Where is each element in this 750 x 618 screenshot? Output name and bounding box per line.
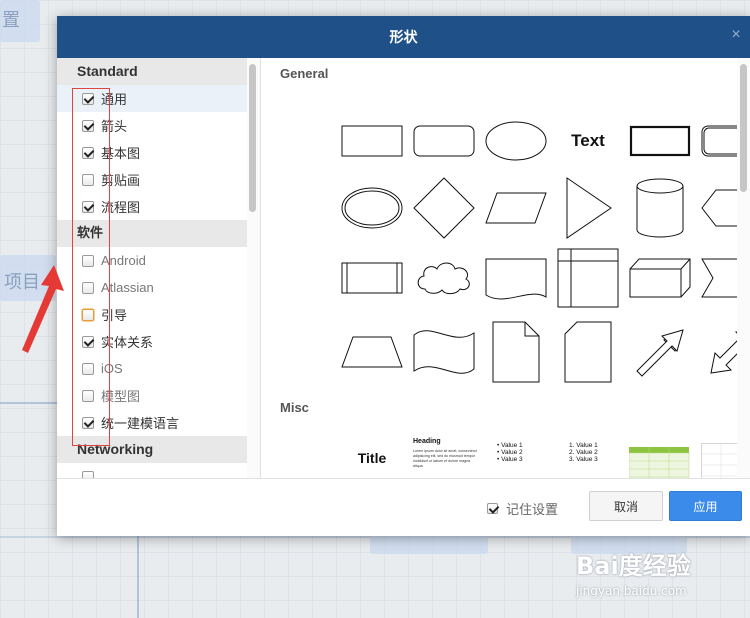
dialog-header: 形状 × (57, 16, 750, 58)
heading-shape-title: Heading (413, 438, 441, 445)
numbered-list-item: 1. Value 1 (569, 442, 598, 449)
double-ellipse-icon[interactable] (341, 177, 403, 239)
ellipse-icon[interactable] (485, 110, 547, 172)
document-icon[interactable] (485, 247, 547, 309)
bg-block-bottom-1 (370, 536, 488, 554)
preview-scrollbar-thumb[interactable] (740, 64, 747, 192)
text-shape-icon[interactable]: Text (557, 110, 619, 172)
double-arrow-icon[interactable] (701, 321, 737, 383)
green-table-shape[interactable] (628, 436, 691, 478)
bullet-text: Value 3 (501, 456, 523, 463)
rectangle-icon[interactable] (341, 110, 403, 172)
apply-button[interactable]: 应用 (669, 491, 742, 521)
step-icon[interactable] (701, 247, 737, 309)
cylinder-icon[interactable] (629, 177, 691, 239)
internal-storage-icon[interactable] (557, 247, 619, 309)
title-shape[interactable]: Title (341, 438, 403, 478)
numbered-list-shape[interactable]: 1. Value 1 2. Value 2 3. Value 3 (569, 442, 631, 478)
numbered-text: Value 1 (576, 442, 598, 449)
shapes-preview: General Text Misc Title Heading Lorem ip… (261, 58, 737, 478)
annotation-arrow-icon (22, 265, 64, 353)
bullet-list-item: • Value 1 (497, 442, 523, 449)
baidu-watermark: Bai度经验 jingyan.baidu.com (572, 540, 742, 610)
note-icon[interactable] (485, 321, 547, 383)
group-title-misc: Misc (280, 400, 309, 415)
bg-connector-1 (0, 402, 57, 404)
group-title-general: General (280, 66, 329, 81)
dialog-footer: 记住设置 取消 应用 (57, 478, 750, 536)
dialog-title: 形状 (389, 30, 418, 46)
category-scrollbar-thumb[interactable] (249, 64, 256, 212)
category-checkbox[interactable] (82, 470, 94, 478)
rounded-rectangle-icon[interactable] (413, 110, 475, 172)
close-icon[interactable]: × (728, 26, 744, 44)
arrow-icon[interactable] (629, 321, 691, 383)
remember-settings-checkbox[interactable] (487, 503, 498, 514)
triangle-icon[interactable] (557, 177, 619, 239)
category-item-partial[interactable] (57, 463, 247, 478)
bullet-text: Value 2 (501, 449, 523, 456)
remember-settings-toggle[interactable]: 记住设置 (487, 499, 558, 518)
bullet-list-shape[interactable]: • Value 1 • Value 2 • Value 3 (497, 442, 559, 478)
diamond-icon[interactable] (413, 177, 475, 239)
section-header-standard: Standard (57, 58, 247, 85)
plain-table-shape[interactable] (701, 434, 737, 478)
cube-icon[interactable] (629, 247, 691, 309)
annotation-highlight-box (72, 88, 110, 446)
bg-connector-2 (137, 536, 139, 618)
bullet-list-item: • Value 2 (497, 449, 523, 456)
numbered-list-item: 3. Value 3 (569, 456, 598, 463)
parallelogram-icon[interactable] (485, 177, 547, 239)
watermark-logo: Bai度经验 (576, 552, 691, 580)
trapezoid-icon[interactable] (341, 321, 403, 383)
heading-shape-body: Lorem ipsum dolor sit amet, consectetur … (413, 449, 477, 468)
title-shape-label: Title (357, 450, 387, 466)
category-label: 统一建模语言 (101, 417, 180, 432)
cloud-icon[interactable] (413, 247, 475, 309)
thick-rectangle-icon[interactable] (629, 110, 691, 172)
bullet-text: Value 1 (501, 442, 523, 449)
shapes-dialog: 形状 × Standard 通用 箭头 基本图 剪贴画 流程图 软件 Andro… (57, 16, 750, 536)
numbered-list-item: 2. Value 2 (569, 449, 598, 456)
hexagon-icon[interactable] (701, 177, 737, 239)
card-icon[interactable] (557, 321, 619, 383)
watermark-url: jingyan.baidu.com (576, 584, 687, 598)
cancel-button[interactable]: 取消 (589, 491, 663, 521)
numbered-text: Value 3 (576, 456, 598, 463)
text-shape-label: Text (571, 131, 605, 150)
remember-settings-label: 记住设置 (506, 503, 559, 518)
heading-shape[interactable]: Heading Lorem ipsum dolor sit amet, cons… (413, 438, 477, 478)
numbered-text: Value 2 (576, 449, 598, 456)
bg-text-top: 置 (2, 10, 20, 31)
bullet-list-item: • Value 3 (497, 456, 523, 463)
double-rounded-rectangle-icon[interactable] (701, 110, 737, 172)
tape-icon[interactable] (413, 321, 475, 383)
process-icon[interactable] (341, 247, 403, 309)
